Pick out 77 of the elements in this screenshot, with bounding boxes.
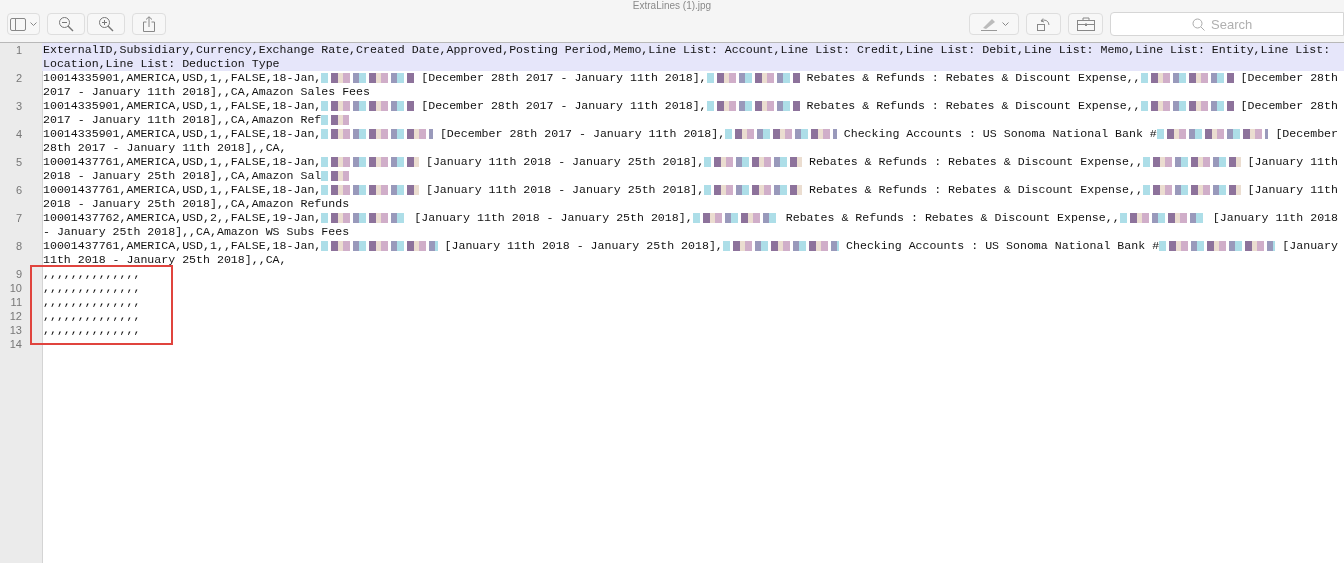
line-number: 14 bbox=[8, 337, 23, 351]
code-text: Rebates & Refunds : Rebates & Discount Expense,, bbox=[784, 211, 1120, 225]
line-number: 8 bbox=[14, 239, 23, 254]
zoom-in-icon bbox=[98, 16, 114, 32]
code-text: 10001437761,AMERICA,USD,1,,FALSE,18-Jan, bbox=[43, 183, 322, 197]
sidebar-icon bbox=[10, 17, 26, 31]
code-text: [December 28th 2017 - January 11th 2018], bbox=[420, 71, 707, 85]
code-text: [January 11th 2018 bbox=[1211, 211, 1338, 225]
code-text: 10001437762,AMERICA,USD,2,,FALSE,19-Jan, bbox=[43, 211, 322, 225]
share-icon bbox=[143, 16, 155, 32]
caret-icon bbox=[30, 21, 37, 27]
code-text: Rebates & Refunds : Rebates & Discount Expense,, bbox=[807, 155, 1143, 169]
line-number: 11 bbox=[9, 295, 23, 309]
code-text: [December bbox=[1274, 127, 1338, 141]
code-text: [December 28th 2017 - January 11th 2018], bbox=[438, 127, 726, 141]
search-field[interactable]: Search bbox=[1110, 12, 1344, 36]
line-number: 5 bbox=[14, 155, 23, 170]
zoom-in-button[interactable] bbox=[87, 13, 125, 35]
code-text: [December 28th bbox=[1239, 71, 1338, 85]
rotate-icon bbox=[1035, 16, 1052, 32]
code-text: Rebates & Refunds : Rebates & Discount Expense,, bbox=[805, 99, 1141, 113]
code-text: 28th 2017 - January 11th 2018],,CA, bbox=[43, 141, 287, 155]
sidebar-toggle-button[interactable] bbox=[7, 13, 40, 35]
code-text: ExternalID,Subsidiary,Currency,Exchange Rate,Created Date,Approved,Posting Period,Memo,Line List: Account,Line List: Credit,Line List: Debit,Line List: Memo,Line List: Entity,Line List: bbox=[43, 43, 1331, 57]
zoom-out-button[interactable] bbox=[47, 13, 85, 35]
code-text: 10014335901,AMERICA,USD,1,,FALSE,18-Jan, bbox=[43, 127, 322, 141]
code-text: 2017 - January 11th 2018],,CA,Amazon Sales Fees bbox=[43, 85, 370, 99]
code-text: 2018 - January 25th 2018],,CA,Amazon Sal bbox=[43, 169, 322, 183]
line-number: 12 bbox=[8, 309, 23, 323]
code-text: Checking Accounts : US Sonoma National Bank # bbox=[845, 239, 1160, 253]
markup-button[interactable] bbox=[969, 13, 1019, 35]
code-text: ,,,,,,,,,,,,,, bbox=[43, 267, 141, 281]
search-icon bbox=[1192, 18, 1205, 31]
code-text: 2018 - January 25th 2018],,CA,Amazon Refunds bbox=[43, 197, 350, 211]
caret-icon bbox=[1001, 21, 1009, 27]
pen-icon bbox=[979, 17, 998, 31]
line-number: 13 bbox=[8, 323, 23, 337]
redacted-block bbox=[321, 115, 350, 125]
code-text: ,,,,,,,,,,,,,, bbox=[43, 309, 141, 323]
code-text: - January 25th 2018],,CA,Amazon WS Subs Fees bbox=[43, 225, 350, 239]
line-number: 7 bbox=[14, 211, 23, 226]
zoom-out-icon bbox=[58, 16, 74, 32]
line-number: 9 bbox=[14, 267, 23, 281]
share-button[interactable] bbox=[132, 13, 166, 35]
code-text: [December 28th bbox=[1239, 99, 1338, 113]
toolbox-icon bbox=[1076, 17, 1095, 31]
code-text: 10001437761,AMERICA,USD,1,,FALSE,18-Jan, bbox=[43, 155, 322, 169]
toolbox-button[interactable] bbox=[1068, 13, 1103, 35]
code-text: [January 11th 2018 - January 25th 2018], bbox=[413, 211, 693, 225]
code-text: 11th 2018 - January 25th 2018],,CA, bbox=[43, 253, 287, 267]
code-text: Rebates & Refunds : Rebates & Discount Expense,, bbox=[805, 71, 1141, 85]
code-text: ,,,,,,,,,,,,,, bbox=[43, 323, 141, 337]
code-text: ,,,,,,,,,,,,,, bbox=[43, 295, 141, 309]
line-number: 6 bbox=[14, 183, 23, 198]
line-number: 1 bbox=[14, 43, 23, 58]
rotate-button[interactable] bbox=[1026, 13, 1061, 35]
redacted-block bbox=[321, 171, 350, 181]
line-number: 4 bbox=[14, 127, 23, 142]
code-text: [January 11th 2018 - January 25th 2018], bbox=[424, 155, 705, 169]
code-text: Location,Line List: Deduction Type bbox=[43, 57, 280, 71]
code-text: ,,,,,,,,,,,,,, bbox=[43, 281, 141, 295]
window-title: ExtraLines (1).jpg bbox=[631, 0, 713, 11]
code-text: [January 11th bbox=[1246, 183, 1338, 197]
code-text: 10014335901,AMERICA,USD,1,,FALSE,18-Jan, bbox=[43, 71, 322, 85]
line-number: 3 bbox=[14, 99, 23, 114]
code-text: [January 11th 2018 - January 25th 2018], bbox=[443, 239, 723, 253]
code-text: Checking Accounts : US Sonoma National Bank # bbox=[842, 127, 1157, 141]
code-text: [January 11th bbox=[1246, 155, 1338, 169]
code-text: 2017 - January 11th 2018],,CA,Amazon Ref bbox=[43, 113, 322, 127]
line-number: 10 bbox=[8, 281, 23, 295]
code-text: [December 28th 2017 - January 11th 2018], bbox=[420, 99, 707, 113]
code-text: 10014335901,AMERICA,USD,1,,FALSE,18-Jan, bbox=[43, 99, 322, 113]
code-text: [January 11th 2018 - January 25th 2018], bbox=[424, 183, 705, 197]
code-text: [January bbox=[1281, 239, 1338, 253]
code-text: Rebates & Refunds : Rebates & Discount Expense,, bbox=[807, 183, 1143, 197]
code-text: 10001437761,AMERICA,USD,1,,FALSE,18-Jan, bbox=[43, 239, 322, 253]
line-number: 2 bbox=[14, 71, 23, 86]
